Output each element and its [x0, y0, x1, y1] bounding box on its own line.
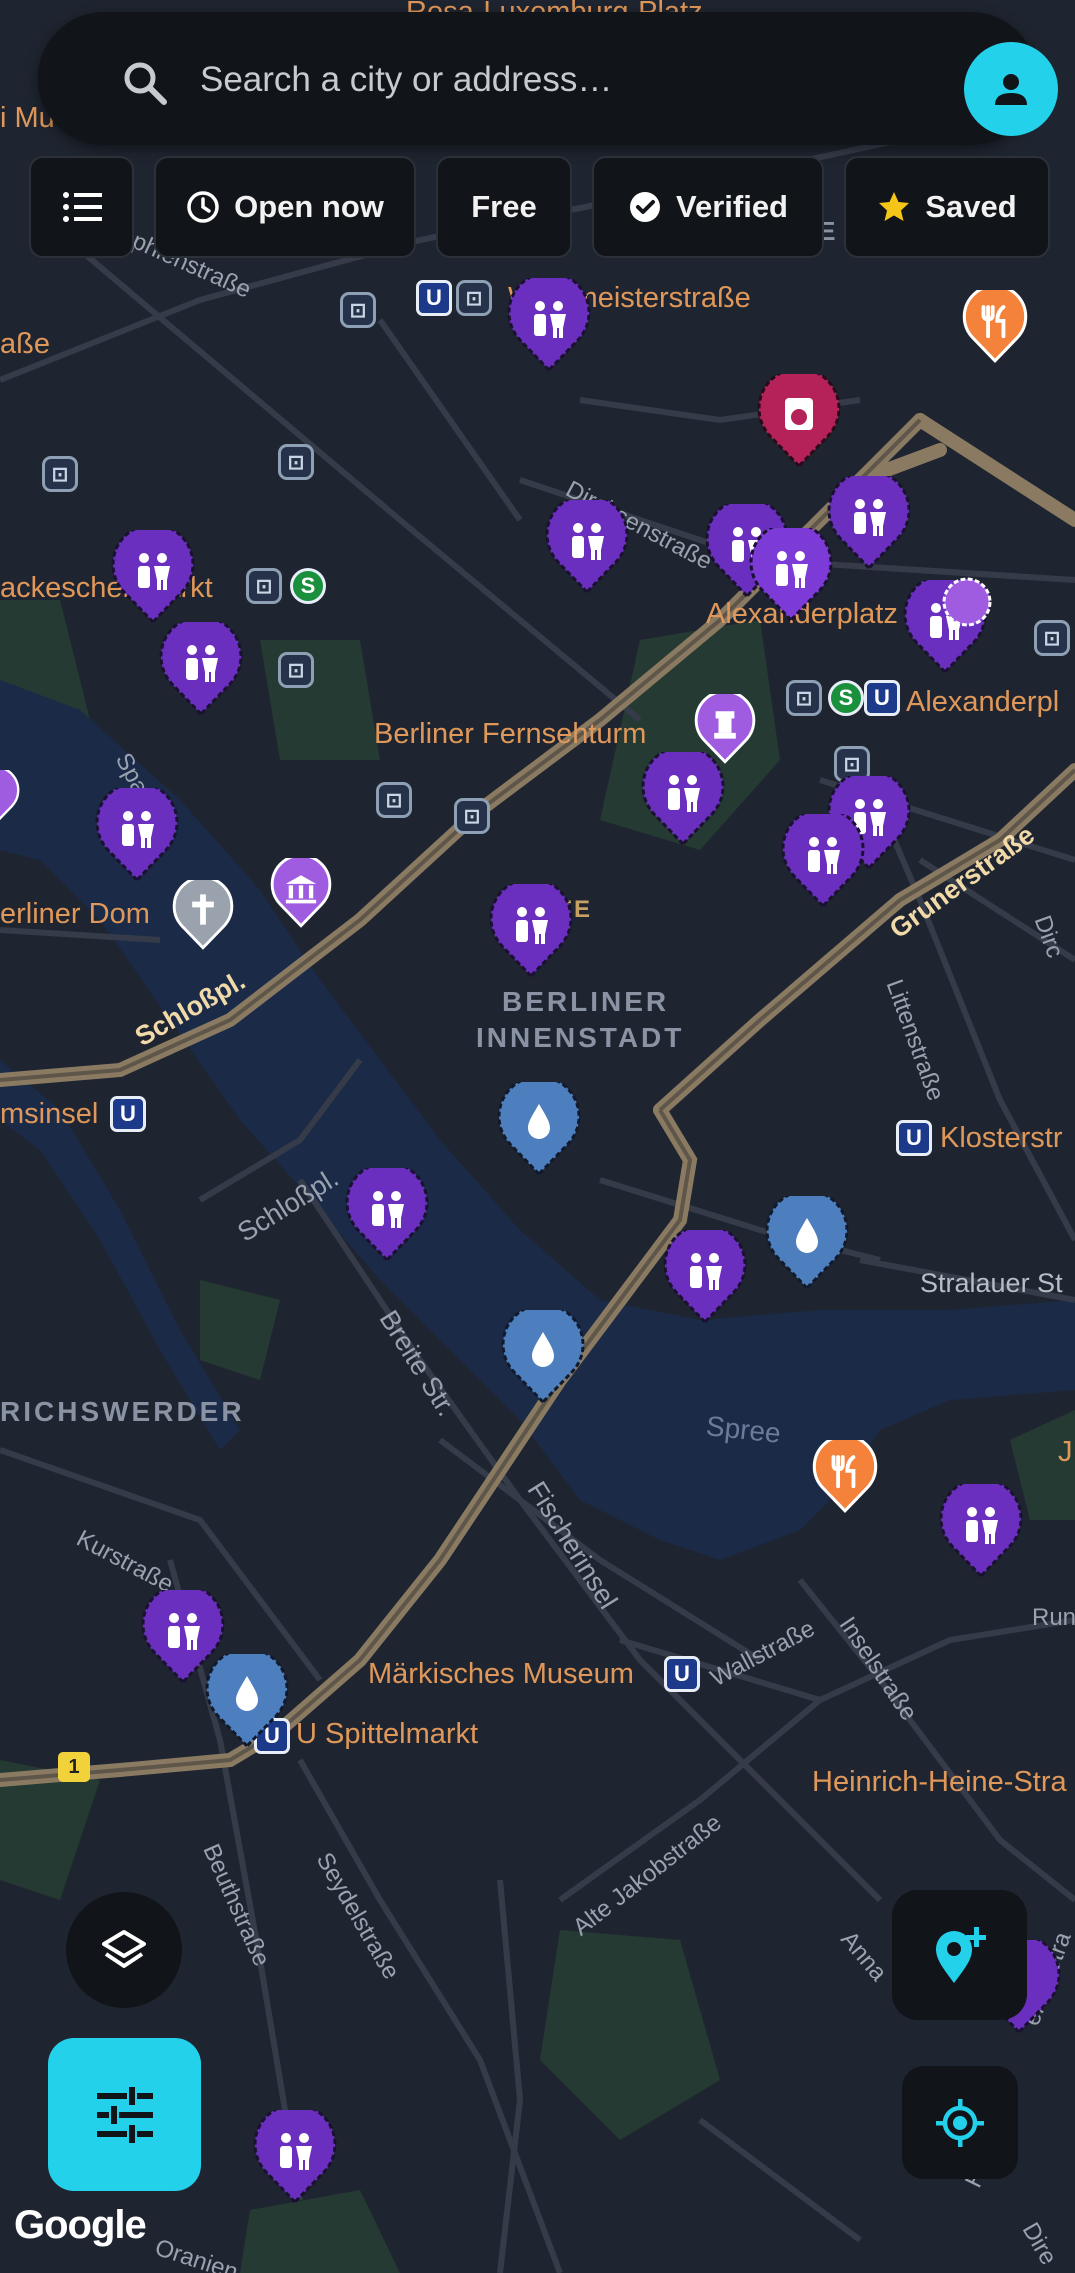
list-view-button[interactable]: [29, 156, 134, 258]
museum-pin[interactable]: [270, 858, 332, 930]
toilet-pin[interactable]: [506, 278, 592, 374]
church-pin[interactable]: [172, 880, 234, 952]
toilet-pin[interactable]: [544, 500, 630, 596]
tram-stop-icon[interactable]: ⊡: [340, 292, 376, 328]
water-pin[interactable]: [500, 1310, 586, 1406]
chip-free[interactable]: Free: [436, 156, 572, 258]
laundry-pin[interactable]: [756, 374, 842, 470]
water-pin[interactable]: [204, 1654, 290, 1750]
filter-button[interactable]: [48, 2038, 201, 2191]
toilet-pin[interactable]: [780, 814, 866, 910]
toilet-pin[interactable]: [662, 1230, 748, 1326]
profile-button[interactable]: [964, 42, 1058, 136]
toilet-pin[interactable]: [158, 622, 244, 718]
search-bar[interactable]: [38, 12, 1058, 145]
ubahn-icon[interactable]: U: [864, 680, 900, 716]
bus-stop-icon[interactable]: ⊡: [246, 568, 282, 604]
toilet-pin[interactable]: [640, 752, 726, 848]
person-icon: [995, 74, 1027, 105]
chip-verified[interactable]: Verified: [592, 156, 824, 258]
chip-verified-label: Verified: [676, 189, 788, 224]
museum-pin[interactable]: [938, 576, 996, 634]
tram-stop-icon[interactable]: ⊡: [456, 280, 492, 316]
chip-saved[interactable]: Saved: [844, 156, 1050, 258]
my-location-icon: [936, 2098, 984, 2147]
filter-sliders-icon: [96, 2086, 153, 2143]
star-icon: [879, 192, 910, 221]
google-attribution: Google: [14, 2203, 147, 2247]
tram-stop-icon[interactable]: ⊡: [42, 456, 78, 492]
tram-stop-icon[interactable]: ⊡: [376, 782, 412, 818]
toilet-pin[interactable]: [344, 1168, 430, 1264]
layers-button[interactable]: [66, 1892, 182, 2008]
chip-saved-label: Saved: [925, 189, 1017, 224]
search-icon[interactable]: [120, 58, 170, 108]
museum-pin[interactable]: [0, 770, 20, 826]
chip-free-label: Free: [471, 189, 537, 224]
tram-stop-icon[interactable]: ⊡: [454, 798, 490, 834]
ubahn-icon[interactable]: U: [896, 1120, 932, 1156]
chip-open-now-label: Open now: [234, 189, 384, 224]
tram-stop-icon[interactable]: ⊡: [278, 444, 314, 480]
ubahn-icon[interactable]: U: [416, 280, 452, 316]
my-location-button[interactable]: [902, 2066, 1018, 2179]
check-circle-icon: [630, 192, 660, 222]
sbahn-icon[interactable]: S: [290, 568, 326, 604]
restaurant-pin[interactable]: [812, 1440, 878, 1514]
chip-open-now[interactable]: Open now: [154, 156, 416, 258]
toilet-pin[interactable]: [110, 530, 196, 626]
toilet-pin[interactable]: [748, 528, 834, 624]
add-location-icon: [935, 1927, 986, 1983]
restaurant-pin[interactable]: [962, 290, 1028, 364]
water-pin[interactable]: [496, 1082, 582, 1178]
tower-pin[interactable]: [694, 694, 756, 766]
toilet-pin[interactable]: [826, 476, 912, 572]
tram-stop-icon[interactable]: ⊡: [1034, 620, 1070, 656]
clock-icon: [187, 191, 219, 223]
toilet-pin[interactable]: [938, 1484, 1024, 1580]
layers-icon: [102, 1930, 146, 1968]
laundry-icon: [785, 398, 813, 430]
ubahn-icon[interactable]: U: [110, 1096, 146, 1132]
bus-stop-icon[interactable]: ⊡: [786, 680, 822, 716]
search-input[interactable]: [200, 50, 940, 110]
sbahn-icon[interactable]: S: [828, 680, 864, 716]
add-place-button[interactable]: [892, 1890, 1027, 2020]
toilet-pin[interactable]: [252, 2110, 338, 2206]
list-icon: [62, 192, 102, 222]
water-pin[interactable]: [764, 1196, 850, 1292]
ubahn-icon[interactable]: U: [664, 1656, 700, 1692]
toilet-pin[interactable]: [94, 788, 180, 884]
toilet-pin[interactable]: [488, 884, 574, 980]
tram-stop-icon[interactable]: ⊡: [278, 652, 314, 688]
